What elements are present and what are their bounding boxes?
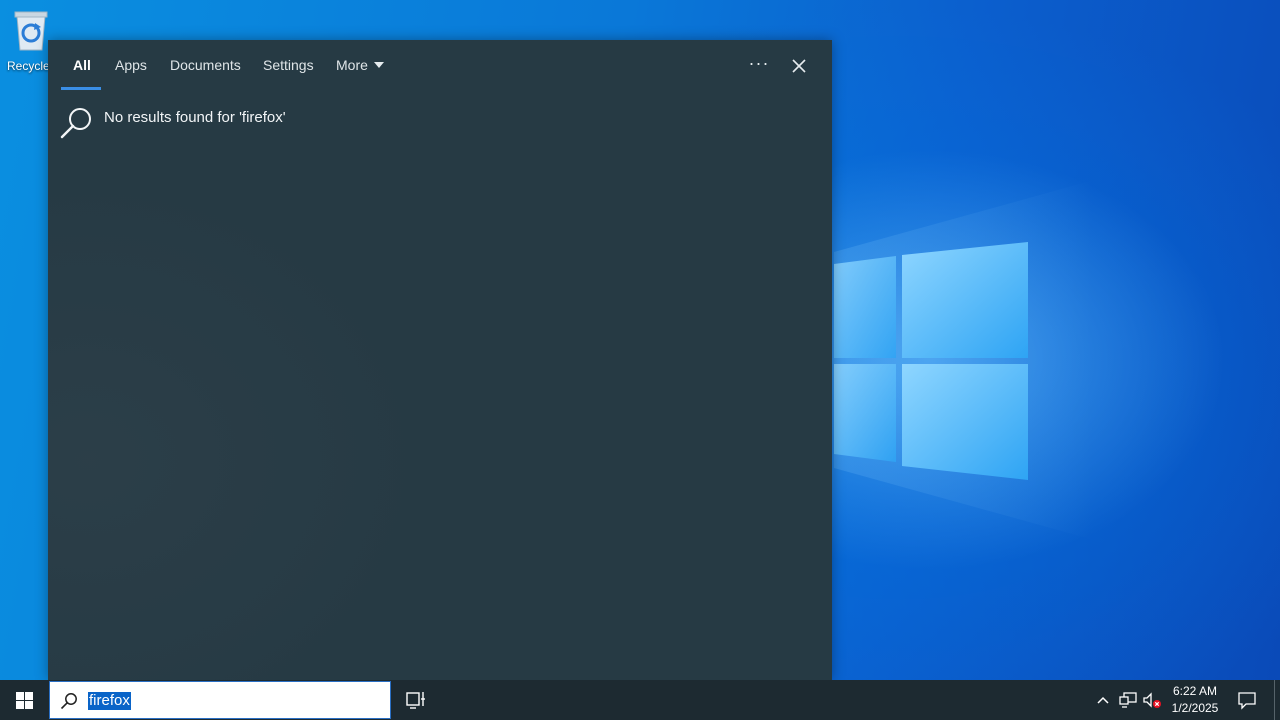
tab-all[interactable]: All xyxy=(73,57,91,91)
task-view-icon[interactable] xyxy=(404,689,428,711)
search-flyout: All Apps Documents Settings More ··· No … xyxy=(48,40,832,680)
clock-time: 6:22 AM xyxy=(1172,684,1218,698)
show-desktop-button[interactable] xyxy=(1274,680,1280,720)
search-icon xyxy=(60,693,77,710)
system-clock[interactable]: 6:22 AM 1/2/2025 xyxy=(1164,683,1226,719)
start-button[interactable] xyxy=(0,680,48,720)
volume-muted-icon[interactable] xyxy=(1142,691,1162,709)
chevron-down-icon xyxy=(373,62,384,68)
active-tab-indicator xyxy=(61,87,101,90)
search-query-text[interactable]: firefox xyxy=(88,692,131,710)
network-icon[interactable] xyxy=(1118,691,1138,709)
windows-logo-icon xyxy=(16,692,33,709)
tab-documents[interactable]: Documents xyxy=(170,57,241,91)
tab-apps[interactable]: Apps xyxy=(115,57,147,91)
tab-settings[interactable]: Settings xyxy=(263,57,314,91)
taskbar: firefox 6:22 AM 1/2/2025 xyxy=(0,680,1280,720)
recycle-bin-icon xyxy=(14,11,48,51)
taskbar-search-input[interactable]: firefox xyxy=(49,681,391,719)
windows-wallpaper-logo xyxy=(834,242,1028,480)
close-icon[interactable] xyxy=(789,56,809,76)
ellipsis-icon[interactable]: ··· xyxy=(748,54,770,76)
tab-more-label: More xyxy=(336,57,368,73)
no-results-text: No results found for 'firefox' xyxy=(104,109,286,126)
tab-more[interactable]: More xyxy=(336,57,384,91)
action-center-icon[interactable] xyxy=(1237,690,1257,710)
clock-date: 1/2/2025 xyxy=(1171,701,1219,715)
search-icon xyxy=(60,108,91,139)
chevron-up-icon[interactable] xyxy=(1094,691,1112,709)
no-results-message: No results found for 'firefox' xyxy=(60,106,460,142)
search-tabs: All Apps Documents Settings More ··· xyxy=(48,40,832,92)
